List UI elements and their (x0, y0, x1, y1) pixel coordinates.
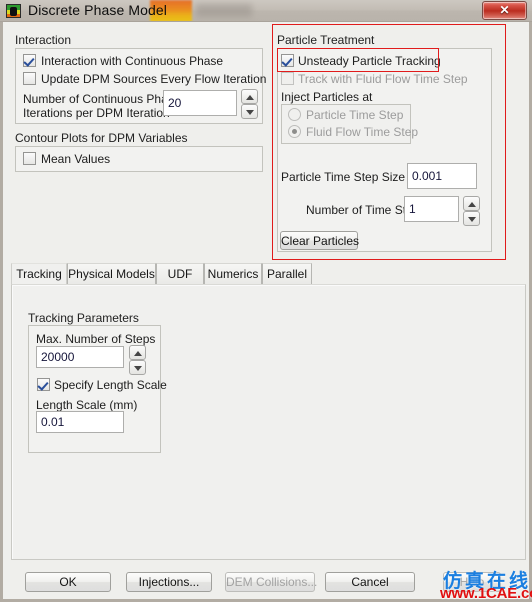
checkbox-track-with-fluid-flow-time-step[interactable] (281, 72, 294, 85)
label-inject-particles-at: Inject Particles at (281, 90, 373, 104)
dem-collisions-button[interactable]: DEM Collisions... (225, 572, 317, 592)
cancel-button[interactable]: Cancel (325, 572, 415, 592)
clear-particles-button[interactable]: Clear Particles (280, 231, 359, 250)
label-particle-time-step-size: Particle Time Step Size (s) (281, 170, 423, 184)
input-continuous-phase-iterations[interactable]: 20 (163, 90, 237, 116)
label-interaction-with-continuous-phase: Interaction with Continuous Phase (41, 54, 224, 68)
tab-numerics[interactable]: Numerics (204, 263, 262, 285)
label-continuous-phase-iterations-line2: Iterations per DPM Iteration (23, 106, 170, 120)
tab-tracking[interactable]: Tracking (11, 263, 67, 285)
radio-particle-time-step[interactable] (288, 108, 301, 121)
label-particle-time-step: Particle Time Step (306, 108, 404, 122)
input-number-of-time-steps-value: 1 (409, 202, 416, 216)
label-update-dpm-sources: Update DPM Sources Every Flow Iteration (41, 72, 267, 86)
label-max-number-of-steps: Max. Number of Steps (36, 332, 156, 346)
label-continuous-phase-iterations-line1: Number of Continuous Phase (23, 92, 181, 106)
radio-fluid-flow-time-step[interactable] (288, 125, 301, 138)
help-button[interactable]: Help (443, 572, 501, 592)
contour-plot-icon (6, 4, 21, 18)
close-icon: ✕ (499, 3, 510, 17)
spinner-down-number-of-time-steps[interactable] (463, 211, 480, 226)
checkbox-specify-length-scale[interactable] (37, 378, 50, 391)
input-continuous-phase-iterations-value: 20 (168, 96, 182, 110)
label-track-with-fluid-flow-time-step: Track with Fluid Flow Time Step (298, 72, 468, 86)
tab-physical-models[interactable]: Physical Models (67, 263, 156, 285)
title-bar-ghost-text (196, 4, 252, 17)
checkbox-mean-values[interactable] (23, 152, 36, 165)
tab-strip: Tracking Physical Models UDF Numerics Pa… (11, 263, 526, 285)
spinner-down-max-number-of-steps[interactable] (129, 360, 146, 375)
interaction-group-label: Interaction (15, 33, 72, 47)
spinner-up-continuous-phase-iterations[interactable] (241, 89, 258, 104)
particle-treatment-group-label: Particle Treatment (277, 33, 375, 47)
ok-button[interactable]: OK (25, 572, 111, 592)
spinner-up-number-of-time-steps[interactable] (463, 196, 480, 211)
tracking-parameters-group-label: Tracking Parameters (28, 311, 139, 325)
contour-plots-group-label: Contour Plots for DPM Variables (15, 131, 188, 145)
injections-button[interactable]: Injections... (126, 572, 212, 592)
label-specify-length-scale: Specify Length Scale (54, 378, 167, 392)
label-unsteady-particle-tracking: Unsteady Particle Tracking (298, 54, 441, 68)
input-particle-time-step-size-value: 0.001 (412, 169, 443, 183)
close-button[interactable]: ✕ (482, 1, 527, 20)
spinner-up-max-number-of-steps[interactable] (129, 345, 146, 360)
spinner-down-continuous-phase-iterations[interactable] (241, 104, 258, 119)
input-max-number-of-steps-value: 20000 (41, 350, 75, 364)
input-particle-time-step-size[interactable]: 0.001 (407, 163, 477, 189)
checkbox-unsteady-particle-tracking[interactable] (281, 54, 294, 67)
input-max-number-of-steps[interactable]: 20000 (36, 346, 124, 368)
input-length-scale-value: 0.01 (41, 415, 65, 429)
input-length-scale[interactable]: 0.01 (36, 411, 124, 433)
label-fluid-flow-time-step: Fluid Flow Time Step (306, 125, 419, 139)
label-length-scale: Length Scale (mm) (36, 398, 138, 412)
tab-udf[interactable]: UDF (156, 263, 204, 285)
checkbox-interaction-with-continuous-phase[interactable] (23, 54, 36, 67)
input-number-of-time-steps[interactable]: 1 (404, 196, 459, 222)
checkbox-update-dpm-sources[interactable] (23, 72, 36, 85)
tab-parallel[interactable]: Parallel (262, 263, 312, 285)
discrete-phase-model-dialog: Discrete Phase Model ✕ Interaction Inter… (0, 0, 532, 602)
label-mean-values: Mean Values (41, 152, 111, 166)
title-bar: Discrete Phase Model ✕ (0, 0, 532, 22)
window-title: Discrete Phase Model (28, 2, 167, 18)
